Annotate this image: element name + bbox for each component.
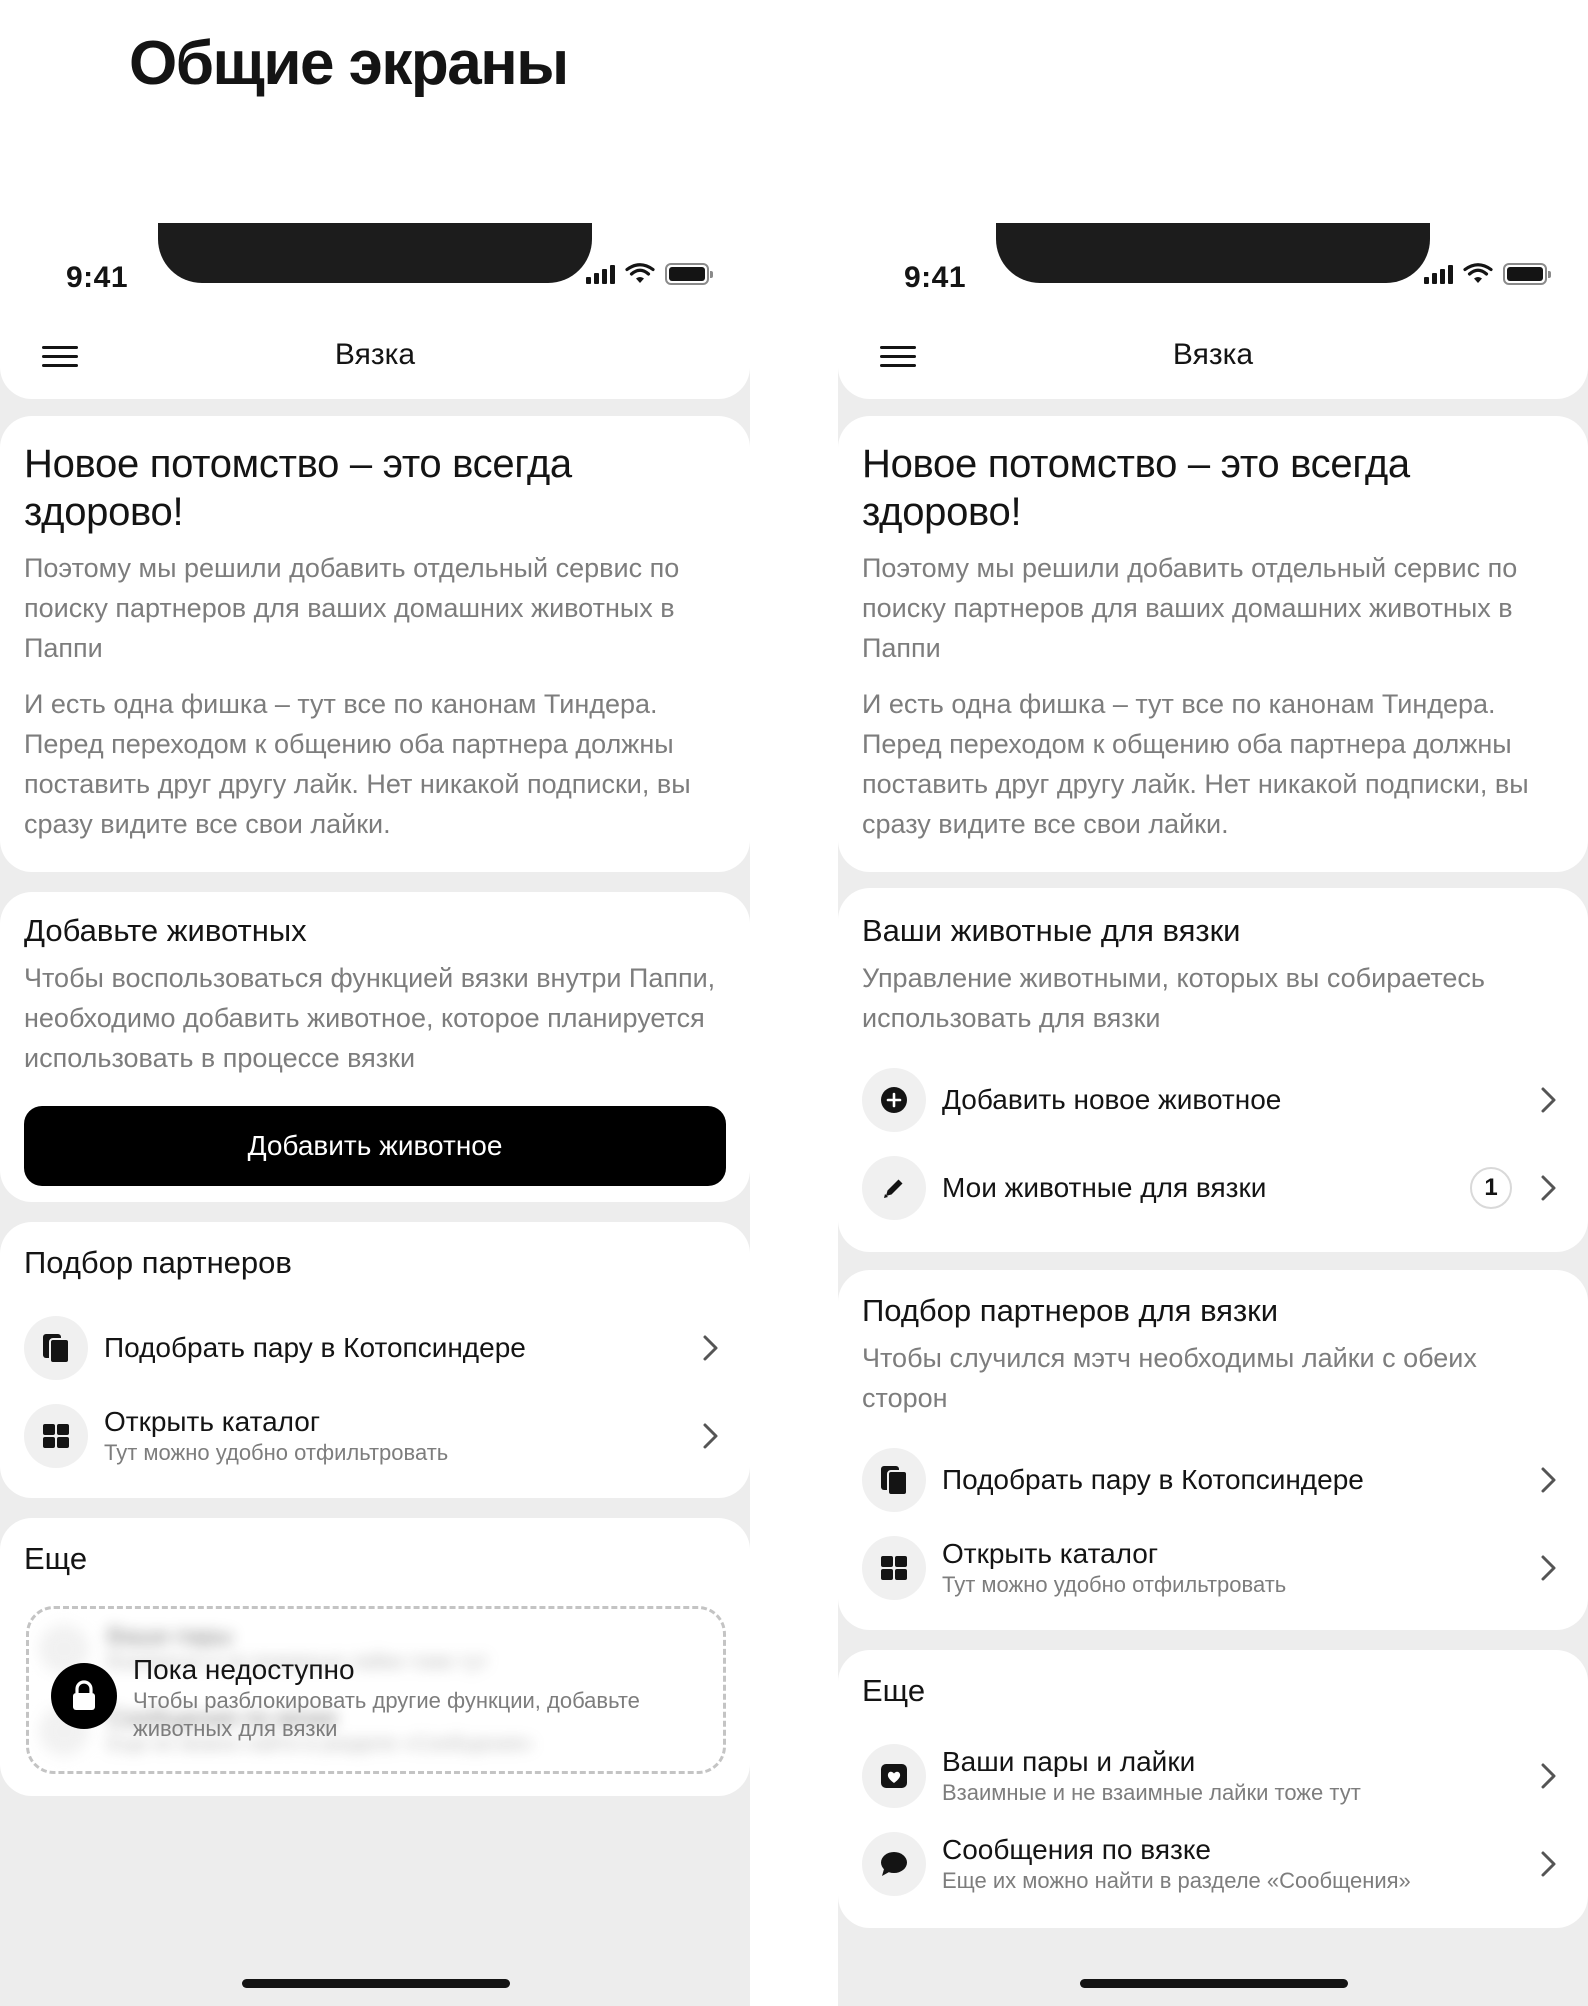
partners-title: Подбор партнеров для вязки (862, 1293, 1279, 1328)
phone-screen-right: 9:41 Вязка Новое потомство – это всегда … (838, 223, 1588, 2006)
chevron-right-icon (1541, 1763, 1556, 1789)
intro-paragraph-2: И есть одна фишка – тут все по канонам Т… (862, 689, 1529, 839)
chevron-right-icon (703, 1423, 718, 1449)
add-animals-title: Добавьте животных (24, 913, 307, 948)
cellular-signal-icon (1424, 264, 1453, 284)
chevron-right-icon (1541, 1467, 1556, 1493)
device-notch (158, 223, 592, 283)
home-indicator (1080, 1979, 1348, 1988)
row-label: Сообщения по вязке (942, 1834, 1211, 1865)
lock-icon (51, 1663, 117, 1729)
more-card: Еще Ваши пары и лайки Взаимные и не взаи… (838, 1650, 1588, 1928)
my-animals-row[interactable]: Мои животные для вязки 1 (862, 1156, 1564, 1220)
battery-icon (665, 263, 713, 285)
pairs-likes-row[interactable]: Ваши пары и лайки Взаимные и не взаимные… (862, 1744, 1564, 1808)
my-animals-card: Ваши животные для вязки Управление живот… (838, 888, 1588, 1252)
locked-subtitle: Чтобы разблокировать другие функции, доб… (133, 1688, 640, 1741)
partners-subtitle: Чтобы случился мэтч необходимы лайки с о… (862, 1343, 1477, 1413)
phone-screen-left: 9:41 Вязка Новое потомство – это всегда … (0, 223, 750, 2006)
row-label: Открыть каталог (942, 1538, 1159, 1569)
page-title: Общие экраны (129, 29, 569, 98)
chevron-right-icon (1541, 1175, 1556, 1201)
chevron-right-icon (703, 1335, 718, 1361)
intro-card: Новое потомство – это всегда здорово! По… (0, 416, 750, 872)
row-label: Мои животные для вязки (942, 1172, 1267, 1203)
catalog-row[interactable]: Открыть каталог Тут можно удобно отфильт… (862, 1536, 1564, 1600)
top-bar: 9:41 Вязка (838, 223, 1588, 399)
locked-section: Ваши пары Взаимные и не взаимные лайки то… (26, 1606, 726, 1774)
row-sublabel: Еще их можно найти в разделе «Сообщения» (942, 1868, 1411, 1893)
row-sublabel: Взаимные и не взаимные лайки тоже тут (942, 1780, 1361, 1805)
row-label: Открыть каталог (104, 1406, 321, 1437)
messages-row[interactable]: Сообщения по вязке Еще их можно найти в … (862, 1832, 1564, 1896)
plus-circle-icon (862, 1068, 926, 1132)
intro-paragraph-1: Поэтому мы решили добавить отдельный сер… (862, 553, 1518, 663)
home-indicator (242, 1979, 510, 1988)
my-animals-title: Ваши животные для вязки (862, 913, 1241, 948)
partners-title: Подбор партнеров (24, 1245, 292, 1280)
grid-icon (24, 1404, 88, 1468)
catopsinder-row[interactable]: Подобрать пару в Котопсиндере (862, 1448, 1564, 1512)
locked-overlay: Пока недоступно Чтобы разблокировать дру… (51, 1653, 713, 1743)
status-time: 9:41 (904, 261, 967, 294)
catopsinder-row[interactable]: Подобрать пару в Котопсиндере (24, 1316, 726, 1380)
row-sublabel: Тут можно удобно отфильтровать (104, 1440, 449, 1465)
cellular-signal-icon (586, 264, 615, 284)
intro-title: Новое потомство – это всегда здорово! (862, 442, 1410, 534)
nav-title: Вязка (334, 338, 416, 371)
row-label: Подобрать пару в Котопсиндере (942, 1464, 1364, 1495)
add-animal-button[interactable]: Добавить животное (24, 1106, 726, 1186)
status-time: 9:41 (66, 261, 129, 294)
status-icons (1424, 263, 1551, 285)
status-icons (586, 263, 713, 285)
add-new-animal-row[interactable]: Добавить новое животное (862, 1068, 1564, 1132)
locked-title: Пока недоступно (133, 1654, 355, 1685)
more-card: Еще Ваши пары Взаимные и не взаимные лайк… (0, 1518, 750, 1796)
row-label: Подобрать пару в Котопсиндере (104, 1332, 526, 1363)
intro-paragraph-2: И есть одна фишка – тут все по канонам Т… (24, 689, 691, 839)
row-label: Добавить новое животное (942, 1084, 1282, 1115)
grid-icon (862, 1536, 926, 1600)
nav-title: Вязка (1172, 338, 1254, 371)
my-animals-subtitle: Управление животными, которых вы собирае… (862, 963, 1485, 1033)
more-title: Еще (24, 1541, 88, 1576)
battery-icon (1503, 263, 1551, 285)
cards-icon (862, 1448, 926, 1512)
device-notch (996, 223, 1430, 283)
chevron-right-icon (1541, 1087, 1556, 1113)
row-sublabel: Тут можно удобно отфильтровать (942, 1572, 1287, 1597)
chevron-right-icon (1541, 1851, 1556, 1877)
intro-paragraph-1: Поэтому мы решили добавить отдельный сер… (24, 553, 680, 663)
wifi-icon (1463, 263, 1493, 283)
pencil-icon (862, 1156, 926, 1220)
chevron-right-icon (1541, 1555, 1556, 1581)
top-bar: 9:41 Вязка (0, 223, 750, 399)
chat-bubble-icon (862, 1832, 926, 1896)
cards-icon (24, 1316, 88, 1380)
heart-box-icon (862, 1744, 926, 1808)
catalog-row[interactable]: Открыть каталог Тут можно удобно отфильт… (24, 1404, 726, 1468)
intro-title: Новое потомство – это всегда здорово! (24, 442, 572, 534)
count-badge: 1 (1470, 1167, 1512, 1209)
partners-card: Подбор партнеров Подобрать пару в Котопс… (0, 1222, 750, 1498)
row-label: Ваши пары и лайки (942, 1746, 1196, 1777)
add-animals-subtitle: Чтобы воспользоваться функцией вязки вну… (24, 963, 716, 1073)
wifi-icon (625, 263, 655, 283)
intro-card: Новое потомство – это всегда здорово! По… (838, 416, 1588, 872)
more-title: Еще (862, 1673, 926, 1708)
partners-card: Подбор партнеров для вязки Чтобы случилс… (838, 1270, 1588, 1630)
add-animals-card: Добавьте животных Чтобы воспользоваться … (0, 892, 750, 1202)
